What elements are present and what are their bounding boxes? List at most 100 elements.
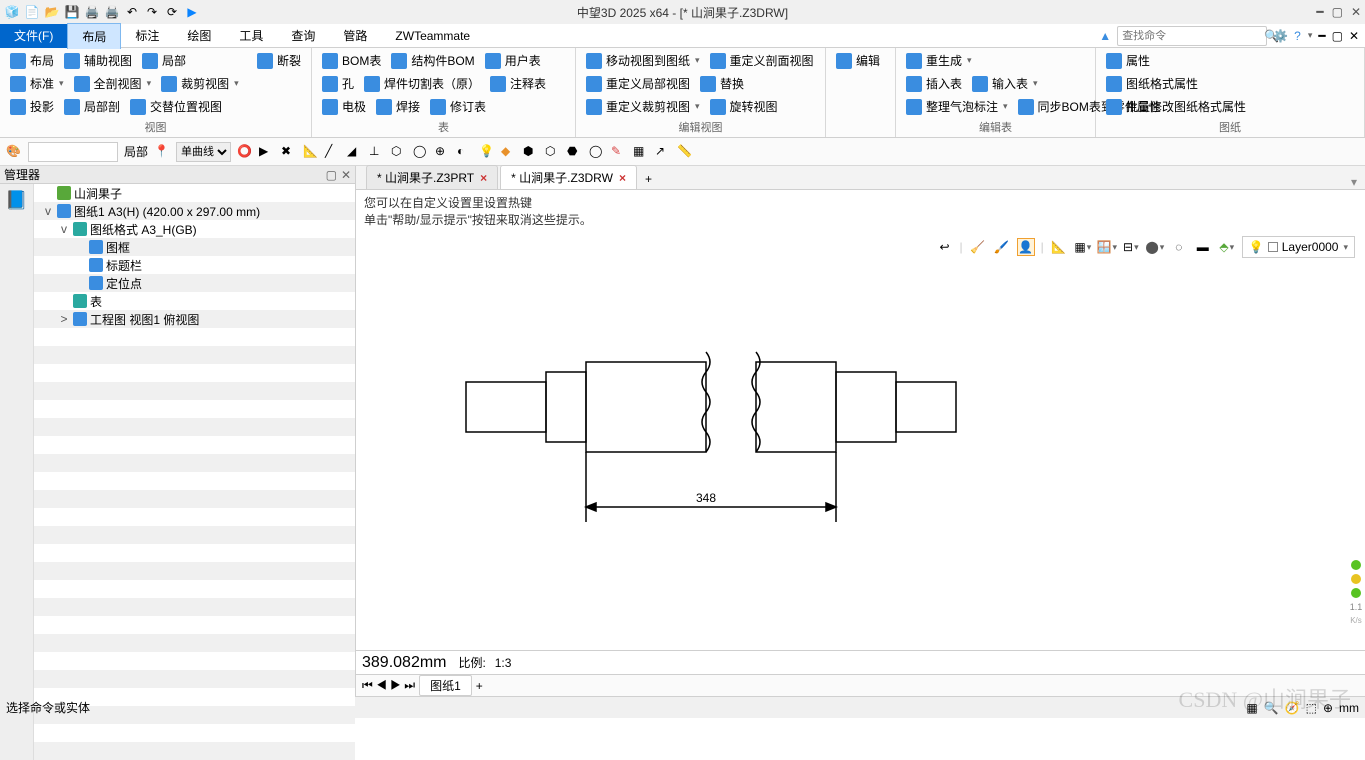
full-section-button[interactable]: 全剖视图▾ bbox=[70, 73, 156, 94]
balloon-button[interactable]: 整理气泡标注▾ bbox=[902, 96, 1012, 117]
t2-icon-5[interactable]: ╱ bbox=[325, 144, 341, 160]
tab-zwteammate[interactable]: ZWTeammate bbox=[381, 25, 484, 47]
tab-draw[interactable]: 绘图 bbox=[173, 23, 225, 48]
collapse-ribbon-icon[interactable]: ▲ bbox=[1099, 29, 1111, 43]
t2-icon-6[interactable]: ◢ bbox=[347, 144, 363, 160]
tree-item[interactable]: 山涧果子 bbox=[34, 184, 355, 202]
vt-align-icon[interactable]: ⊟▾ bbox=[1122, 238, 1140, 256]
regen-button[interactable]: 重生成▾ bbox=[902, 50, 976, 71]
print-preview-icon[interactable]: 🖨️ bbox=[104, 4, 120, 20]
tree-item[interactable]: >工程图 视图1 俯视图 bbox=[34, 310, 355, 328]
weld-cut-button[interactable]: 焊件切割表（原） bbox=[360, 73, 484, 94]
close-icon[interactable]: × bbox=[619, 171, 626, 185]
note-table-button[interactable]: 注释表 bbox=[486, 73, 550, 94]
help-icon[interactable]: ? bbox=[1294, 29, 1301, 43]
sb-icon-2[interactable]: 🔍 bbox=[1264, 701, 1279, 715]
inner-minimize-icon[interactable]: ━ bbox=[1318, 29, 1325, 43]
add-sheet-icon[interactable]: + bbox=[476, 679, 483, 693]
redef-detail-button[interactable]: 重定义局部视图 bbox=[582, 73, 694, 94]
redef-crop-button[interactable]: 重定义裁剪视图▾ bbox=[582, 96, 704, 117]
edit-button[interactable]: 编辑 bbox=[832, 50, 884, 71]
projection-button[interactable]: 投影 bbox=[6, 96, 58, 117]
doc-tab-prt[interactable]: * 山涧果子.Z3PRT× bbox=[366, 165, 498, 189]
t2-icon-3[interactable]: ✖ bbox=[281, 144, 297, 160]
open-icon[interactable]: 📂 bbox=[44, 4, 60, 20]
t2-icon-14[interactable]: ⬢ bbox=[523, 144, 539, 160]
t2-icon-12[interactable]: 💡 bbox=[479, 144, 495, 160]
tab-layout[interactable]: 布局 bbox=[67, 23, 121, 49]
t2-icon-19[interactable]: ▦ bbox=[633, 144, 649, 160]
sb-icon-4[interactable]: ⬚ bbox=[1306, 701, 1317, 715]
t2-icon-21[interactable]: 📏 bbox=[677, 144, 693, 160]
aux-view-button[interactable]: 辅助视图 bbox=[60, 50, 136, 71]
alt-position-button[interactable]: 交替位置视图 bbox=[126, 96, 226, 117]
tree-item[interactable]: 标题栏 bbox=[34, 256, 355, 274]
t2-icon-8[interactable]: ⬡ bbox=[391, 144, 407, 160]
standard-button[interactable]: 标准▾ bbox=[6, 73, 68, 94]
weld-button[interactable]: 焊接 bbox=[372, 96, 424, 117]
t2-icon-1[interactable]: ⭕ bbox=[237, 144, 253, 160]
hole-button[interactable]: 孔 bbox=[318, 73, 358, 94]
sheetformat-props-button[interactable]: 图纸格式属性 bbox=[1102, 73, 1202, 94]
vt-person-icon[interactable]: 👤 bbox=[1017, 238, 1035, 256]
vt-circle-icon[interactable]: ◌ bbox=[1170, 238, 1188, 256]
inner-maximize-icon[interactable]: ▢ bbox=[1332, 29, 1343, 43]
t2-icon-17[interactable]: ◯ bbox=[589, 144, 605, 160]
t2-icon-7[interactable]: ⊥ bbox=[369, 144, 385, 160]
insert-table-button[interactable]: 插入表 bbox=[902, 73, 966, 94]
tabs-overflow-icon[interactable]: ▾ bbox=[1351, 175, 1357, 189]
crop-view-button[interactable]: 裁剪视图▾ bbox=[157, 73, 243, 94]
search-input[interactable] bbox=[1122, 30, 1264, 42]
maximize-icon[interactable]: ▢ bbox=[1332, 5, 1343, 19]
new-tab-button[interactable]: + bbox=[639, 169, 658, 189]
t2-icon-10[interactable]: ⊕ bbox=[435, 144, 451, 160]
sb-icon-1[interactable]: ▦ bbox=[1246, 701, 1257, 715]
redef-section-button[interactable]: 重定义剖面视图 bbox=[706, 50, 818, 71]
import-table-button[interactable]: 输入表▾ bbox=[968, 73, 1042, 94]
user-table-button[interactable]: 用户表 bbox=[481, 50, 545, 71]
minimize-icon[interactable]: ━ bbox=[1316, 5, 1323, 19]
tree-item[interactable]: v图纸1 A3(H) (420.00 x 297.00 mm) bbox=[34, 202, 355, 220]
vt-layers-icon[interactable]: ⬘▾ bbox=[1218, 238, 1236, 256]
settings-icon[interactable]: ⚙️ bbox=[1273, 29, 1288, 43]
batch-sheetformat-button[interactable]: 批量修改图纸格式属性 bbox=[1102, 96, 1250, 117]
vt-eraser-icon[interactable]: 🧹 bbox=[969, 238, 987, 256]
vt-shade-icon[interactable]: ⬤▾ bbox=[1146, 238, 1164, 256]
vt-grid-icon[interactable]: ▦▾ bbox=[1074, 238, 1092, 256]
refresh-icon[interactable]: ⟳ bbox=[164, 4, 180, 20]
tree-item[interactable]: 图框 bbox=[34, 238, 355, 256]
sb-icon-5[interactable]: ⊕ bbox=[1323, 701, 1333, 715]
sheet-tab[interactable]: 图纸1 bbox=[419, 675, 472, 696]
break-button[interactable]: 断裂 bbox=[253, 50, 305, 71]
save-icon[interactable]: 💾 bbox=[64, 4, 80, 20]
close-icon[interactable]: × bbox=[480, 171, 487, 185]
prev-sheet-icon[interactable]: ◀ bbox=[376, 678, 387, 692]
next-sheet-icon[interactable]: ▶ bbox=[390, 678, 401, 692]
redo-icon[interactable]: ↷ bbox=[144, 4, 160, 20]
props-button[interactable]: 属性 bbox=[1102, 50, 1154, 71]
close-icon[interactable]: ✕ bbox=[1351, 5, 1361, 19]
vt-rect-icon[interactable]: ▬ bbox=[1194, 238, 1212, 256]
new-icon[interactable]: 📄 bbox=[24, 4, 40, 20]
bom-button[interactable]: BOM表 bbox=[318, 50, 385, 71]
print-icon[interactable]: 🖨️ bbox=[84, 4, 100, 20]
t2-icon-4[interactable]: 📐 bbox=[303, 144, 319, 160]
tree-item[interactable]: v图纸格式 A3_H(GB) bbox=[34, 220, 355, 238]
sb-icon-6[interactable]: mm bbox=[1339, 701, 1359, 715]
file-menu[interactable]: 文件(F) bbox=[0, 24, 67, 48]
first-sheet-icon[interactable]: ⏮ bbox=[362, 678, 373, 692]
curve-select[interactable]: 单曲线 bbox=[176, 142, 231, 162]
replace-button[interactable]: 替换 bbox=[696, 73, 748, 94]
sb-icon-3[interactable]: 🧭 bbox=[1285, 701, 1300, 715]
tab-pipe[interactable]: 管路 bbox=[329, 23, 381, 48]
command-search[interactable]: 🔍 bbox=[1117, 26, 1267, 46]
tab-tools[interactable]: 工具 bbox=[225, 23, 277, 48]
vt-window-icon[interactable]: 🪟▾ bbox=[1098, 238, 1116, 256]
tab-query[interactable]: 查询 bbox=[277, 23, 329, 48]
t2-icon-11[interactable]: ◐ bbox=[457, 144, 473, 160]
t2-icon-13[interactable]: ◆ bbox=[501, 144, 517, 160]
t2-icon-9[interactable]: ◯ bbox=[413, 144, 429, 160]
filter-input[interactable] bbox=[28, 142, 118, 162]
t2-icon-18[interactable]: ✎ bbox=[611, 144, 627, 160]
drawing-viewport[interactable]: ↩ | 🧹 🖌️ 👤 | 📐 ▦▾ 🪟▾ ⊟▾ ⬤▾ ◌ ▬ ⬘▾ 💡 Laye… bbox=[356, 232, 1365, 674]
